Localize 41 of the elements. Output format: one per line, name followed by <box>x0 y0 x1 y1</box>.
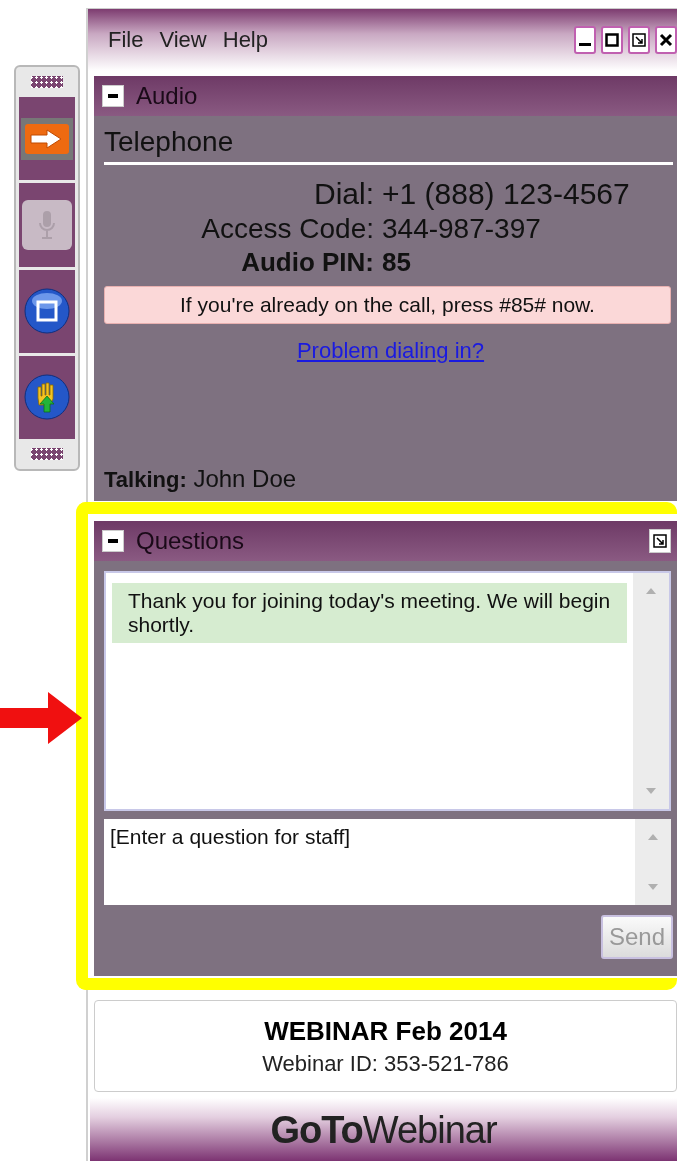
screen-button[interactable] <box>24 288 70 335</box>
field-value: 344-987-397 <box>382 213 542 245</box>
menu-item[interactable]: View <box>159 27 207 53</box>
field-label: Audio PIN: <box>240 247 374 278</box>
field-label: Access Code: <box>200 213 374 245</box>
pop-out-icon <box>632 33 646 47</box>
microphone-icon <box>37 208 57 241</box>
maximize-button[interactable] <box>601 26 623 54</box>
panel-title: Audio <box>136 82 198 110</box>
webinar-id: Webinar ID: 353-521-786 <box>262 1050 509 1077</box>
minimize-button[interactable] <box>574 26 596 54</box>
collapse-button[interactable] <box>102 530 124 552</box>
pop-out-button[interactable] <box>628 26 650 54</box>
scroll-bar[interactable] <box>633 573 669 809</box>
window-icon <box>24 288 70 335</box>
close-icon <box>659 33 673 47</box>
webinar-title: WEBINAR Feb 2014 <box>264 1015 507 1047</box>
talking-status: Talking: John Doe <box>104 465 298 493</box>
raised-hand-icon <box>24 374 70 421</box>
raise-hand-button[interactable] <box>24 374 70 421</box>
field-value: 85 <box>382 247 412 278</box>
message-bubble: Thank you for joining today's meeting. We will begin shortly. <box>112 583 627 643</box>
minus-icon <box>107 539 119 543</box>
question-field[interactable]: [Enter a question for staff] <box>104 819 635 905</box>
panel-title: Questions <box>136 527 245 555</box>
collapse-button[interactable] <box>102 85 124 107</box>
brand-logo: GoToWebinar <box>270 1108 497 1152</box>
field-label: Dial: <box>313 177 374 211</box>
section-title: Telephone <box>104 126 673 165</box>
pop-out-icon <box>653 534 667 548</box>
minimize-icon <box>579 43 591 46</box>
menu-item[interactable]: File <box>108 27 144 53</box>
minus-icon <box>107 94 119 98</box>
arrow-button[interactable] <box>21 117 73 160</box>
notice-banner: If you're already on the call, press #85# now. <box>104 286 671 324</box>
pop-out-button[interactable] <box>649 529 671 553</box>
close-button[interactable] <box>655 26 677 54</box>
menu-item[interactable]: Help <box>222 27 268 53</box>
scroll-bar[interactable] <box>635 819 671 905</box>
maximize-icon <box>605 33 619 47</box>
field-value: +1 (888) 123-4567 <box>382 177 631 211</box>
